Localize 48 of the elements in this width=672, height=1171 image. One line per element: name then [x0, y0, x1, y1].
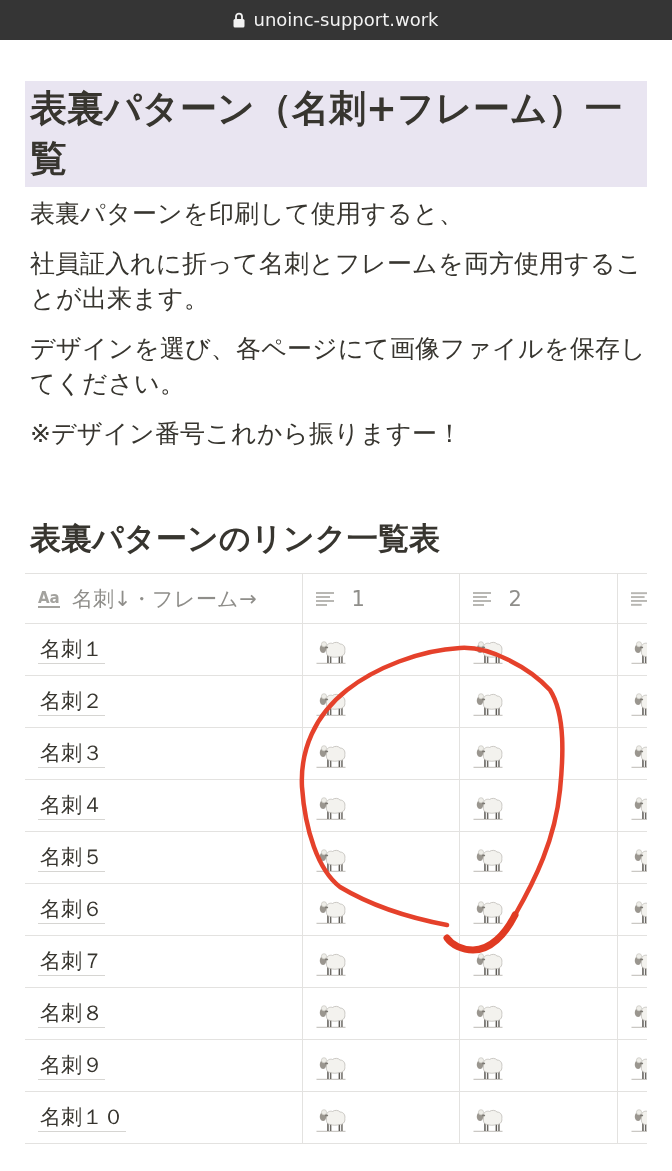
sheep-icon[interactable]: [630, 846, 647, 872]
page-title: 表裏パターン（名刺+フレーム）一覧: [25, 81, 647, 187]
body-paragraph: デザインを選び、各ページにて画像ファイルを保存してください。: [29, 333, 647, 400]
sheep-icon[interactable]: [630, 1054, 647, 1080]
sheep-icon[interactable]: [315, 690, 346, 716]
row-title-link[interactable]: 名刺４: [38, 791, 105, 820]
sheep-icon[interactable]: [472, 846, 503, 872]
sheep-icon[interactable]: [472, 794, 503, 820]
address-url[interactable]: unoinc-support.work: [253, 8, 439, 32]
sheep-icon[interactable]: [630, 690, 647, 716]
body-paragraph: 社員証入れに折って名刺とフレームを両方使用することが出来ます。: [29, 248, 643, 315]
body-paragraph: ※デザイン番号これから振りますー！: [29, 418, 463, 450]
sheep-icon[interactable]: [315, 1106, 346, 1132]
sheep-icon[interactable]: [315, 638, 346, 664]
sheep-icon[interactable]: [472, 690, 503, 716]
sheep-icon[interactable]: [315, 846, 346, 872]
sheep-icon[interactable]: [315, 742, 346, 768]
sheep-icon[interactable]: [630, 794, 647, 820]
sheep-icon[interactable]: [630, 638, 647, 664]
sheep-icon[interactable]: [630, 1002, 647, 1028]
row-title-link[interactable]: 名刺１: [38, 635, 105, 664]
sheep-icon[interactable]: [315, 794, 346, 820]
sheep-icon[interactable]: [472, 950, 503, 976]
sheep-icon[interactable]: [472, 638, 503, 664]
sheep-icon[interactable]: [472, 1002, 503, 1028]
sheep-icon[interactable]: [630, 950, 647, 976]
sheep-icon[interactable]: [472, 742, 503, 768]
sheep-icon[interactable]: [315, 898, 346, 924]
sheep-icon[interactable]: [472, 898, 503, 924]
row-title-link[interactable]: 名刺３: [38, 739, 105, 768]
sheep-icon[interactable]: [472, 1054, 503, 1080]
row-title-link[interactable]: 名刺２: [38, 687, 105, 716]
sheep-icon[interactable]: [630, 898, 647, 924]
sheep-icon[interactable]: [315, 1002, 346, 1028]
body-paragraph: 表裏パターンを印刷して使用すると、: [29, 198, 465, 230]
sheep-icon[interactable]: [315, 1054, 346, 1080]
row-title-link[interactable]: 名刺５: [38, 843, 105, 872]
sheep-icon[interactable]: [472, 1106, 503, 1132]
lock-icon: [233, 12, 246, 28]
sheep-icon[interactable]: [630, 1106, 647, 1132]
sheep-icon[interactable]: [630, 742, 647, 768]
row-title-link[interactable]: 名刺８: [38, 999, 105, 1028]
row-title-link[interactable]: 名刺９: [38, 1051, 105, 1080]
section-heading: 表裏パターンのリンク一覧表: [29, 519, 441, 558]
sheep-icon[interactable]: [315, 950, 346, 976]
row-title-link[interactable]: 名刺７: [38, 947, 105, 976]
row-title-link[interactable]: 名刺１０: [38, 1103, 126, 1132]
row-title-link[interactable]: 名刺６: [38, 895, 105, 924]
